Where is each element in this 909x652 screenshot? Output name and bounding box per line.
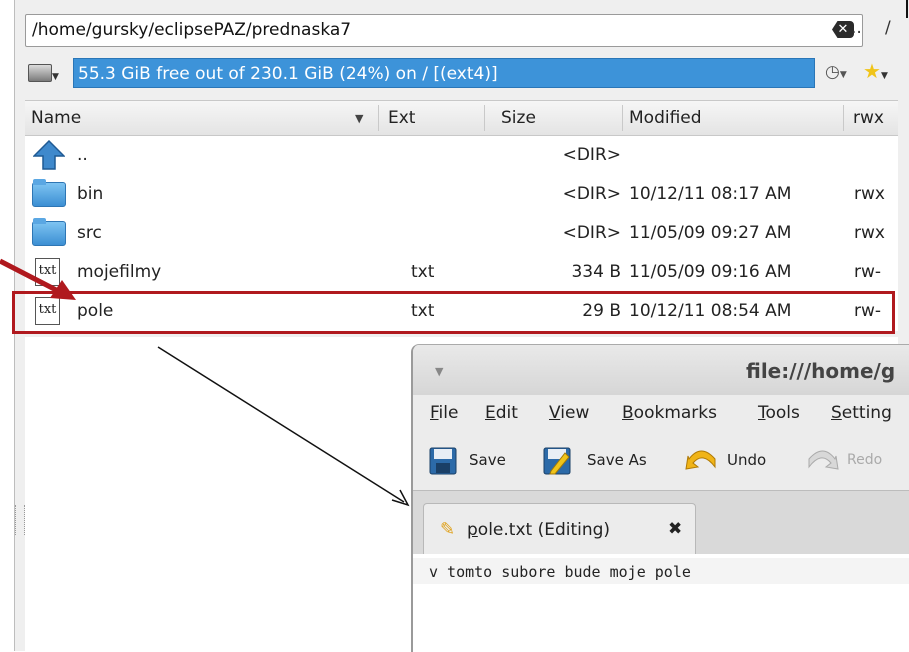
file-name: mojefilmy [77,262,162,282]
column-modified-header[interactable]: Modified [629,108,702,128]
menu-tools[interactable]: Tools [758,403,800,423]
menu-edit-accel: E [485,403,496,423]
save-button[interactable]: Save [429,445,529,475]
menu-file-accel: F [430,403,439,423]
table-row[interactable]: txt mojefilmy txt 334 B 11/05/09 09:16 A… [25,253,898,292]
text-editor-area[interactable]: v tomto subore bude moje pole [413,554,909,652]
file-size: <DIR> [562,223,621,243]
folder-icon [32,218,66,246]
menu-tools-accel: T [758,403,766,423]
menu-settings-accel: S [831,403,842,423]
column-size-header[interactable]: Size [501,108,536,128]
column-divider[interactable] [378,105,379,131]
free-space-info: 55.3 GiB free out of 230.1 GiB (24%) on … [73,58,815,88]
file-modified: 11/05/09 09:16 AM [629,262,792,282]
file-size: 334 B [571,262,621,282]
table-row[interactable]: .. <DIR> [25,136,898,175]
txt-file-icon: txt [35,258,60,286]
file-name: src [77,223,102,243]
path-bar[interactable]: /home/gursky/eclipsePAZ/prednaska7 ✕ [25,14,863,47]
menu-edit-label: dit [495,403,518,423]
undo-label: Undo [727,451,767,469]
save-label: Save [469,451,506,469]
file-size: <DIR> [562,145,621,165]
path-text: /home/gursky/eclipsePAZ/prednaska7 [32,20,352,40]
tab-pole-txt[interactable]: ✎ pole.txt (Editing) ✖ [423,503,696,555]
file-rwx: rwx [854,223,885,243]
editor-window: ▼ file:///home/g File Edit View Bookmark… [411,344,909,652]
favorites-button[interactable]: ★▼ [863,59,888,83]
menu-bar: File Edit View Bookmarks Tools Setting [413,395,909,433]
pencil-icon: ✎ [440,519,456,540]
undo-button[interactable]: Undo [685,445,785,475]
file-name: .. [77,145,88,165]
splitter-handle[interactable] [15,505,25,535]
menu-view-label: iew [560,403,590,423]
close-icon[interactable]: ✖ [668,519,682,539]
highlight-box [12,291,895,334]
chevron-down-icon: ▼ [52,72,59,82]
folder-icon [32,179,66,207]
column-divider[interactable] [843,105,844,131]
redo-button[interactable]: Redo [805,445,905,475]
file-modified: 11/05/09 09:27 AM [629,223,792,243]
tab-label: pole.txt (Editing) [467,520,610,540]
save-as-icon [543,447,571,475]
root-dir-button[interactable]: / [885,18,891,38]
text-content: v tomto subore bude moje pole [429,563,691,581]
redo-icon [808,450,839,470]
file-rwx: rw- [854,262,882,282]
table-header: Name ▼ Ext Size Modified rwx [25,100,898,136]
tab-bar: ✎ pole.txt (Editing) ✖ [413,490,909,555]
drive-icon [28,64,52,82]
menu-bookmarks[interactable]: Bookmarks [622,403,717,423]
title-bar[interactable]: ▼ file:///home/g [413,345,909,395]
history-button[interactable]: ◷▼ [825,62,847,82]
redo-label: Redo [847,452,883,468]
chevron-down-icon: ▼ [839,70,847,80]
save-as-button[interactable]: Save As [543,445,693,475]
menu-view[interactable]: View [549,403,589,423]
table-row[interactable]: src <DIR> 11/05/09 09:27 AM rwx [25,214,898,253]
file-size: <DIR> [562,184,621,204]
column-divider[interactable] [484,105,485,131]
menu-settings[interactable]: Setting [831,403,892,423]
column-rwx-header[interactable]: rwx [853,108,884,128]
file-ext: txt [411,262,435,282]
parent-dir-button[interactable]: .. [851,18,862,38]
chevron-down-icon: ▼ [880,71,888,81]
menu-view-accel: V [549,403,561,423]
undo-icon [685,450,716,470]
menu-edit[interactable]: Edit [485,403,518,423]
menu-settings-label: etting [841,403,892,423]
file-modified: 10/12/11 08:17 AM [629,184,792,204]
menu-file[interactable]: File [430,403,458,423]
window-title: file:///home/g [746,359,896,383]
up-arrow-icon [33,140,65,170]
file-name: bin [77,184,104,204]
floppy-disk-icon [429,447,457,475]
tab-label-accel: p [467,520,478,540]
column-ext-header[interactable]: Ext [388,108,415,128]
menu-bookmarks-accel: B [622,403,634,423]
table-row[interactable]: bin <DIR> 10/12/11 08:17 AM rwx [25,175,898,214]
drive-menu-button[interactable]: ▼ [25,62,63,86]
toolbar: Save Save As Undo Redo [413,435,909,483]
file-rwx: rwx [854,184,885,204]
column-divider[interactable] [622,105,623,131]
save-as-label: Save As [587,451,647,469]
column-name-header[interactable]: Name [31,108,81,128]
tab-label-rest: ole.txt (Editing) [477,520,611,540]
menu-file-label: ile [438,403,459,423]
sort-desc-icon[interactable]: ▼ [355,112,363,125]
menu-tools-label: ools [765,403,800,423]
window-menu-icon[interactable]: ▼ [435,365,443,378]
menu-bookmarks-label: ookmarks [633,403,717,423]
